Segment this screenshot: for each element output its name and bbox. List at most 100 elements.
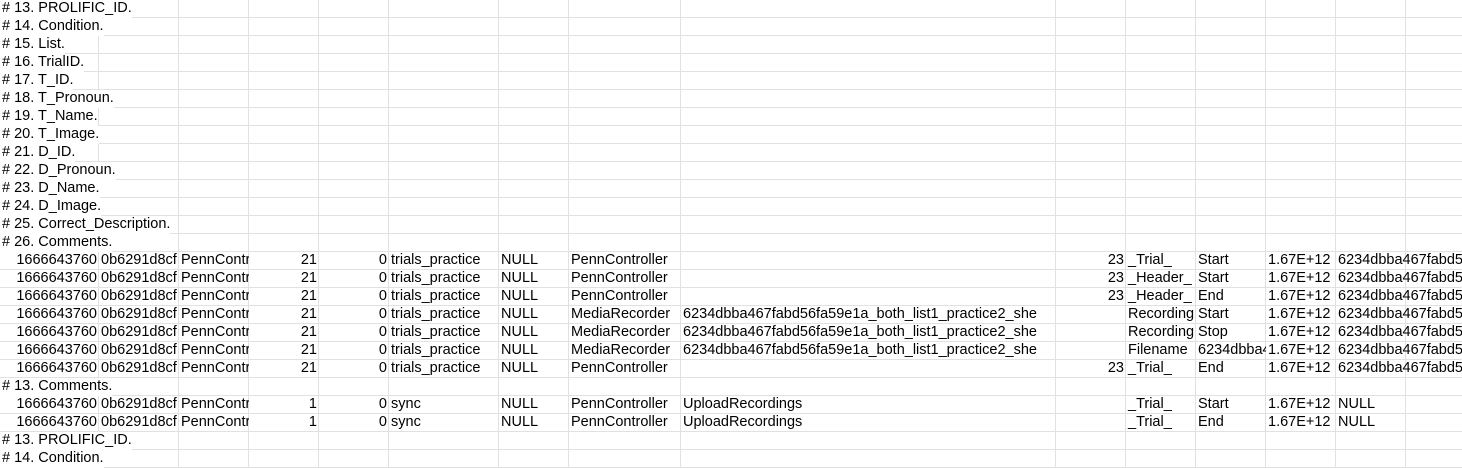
data-cell[interactable]: 1666643760 — [0, 324, 99, 342]
data-cell[interactable] — [1056, 324, 1126, 342]
comment-cell[interactable]: # 24. D_Image. — [0, 198, 102, 216]
data-cell[interactable]: 6234dbba4 — [1196, 342, 1266, 360]
data-cell[interactable]: NULL — [499, 306, 569, 324]
data-cell[interactable]: 1666643760 — [0, 342, 99, 360]
data-cell[interactable]: 23 — [1056, 288, 1126, 306]
data-cell[interactable]: End — [1196, 360, 1266, 378]
data-cell[interactable]: _Header_ — [1126, 288, 1196, 306]
data-cell[interactable]: Filename — [1126, 342, 1196, 360]
data-cell[interactable]: UploadRecordings — [681, 396, 1056, 414]
data-cell[interactable]: 6234dbba467fabd56fa59e1a — [1336, 360, 1462, 378]
data-cell[interactable]: PennContr — [179, 288, 249, 306]
data-cell[interactable]: 1666643760 — [0, 396, 99, 414]
data-cell[interactable]: NULL — [499, 360, 569, 378]
data-cell[interactable]: sync — [389, 414, 499, 432]
comment-cell[interactable]: # 21. D_ID. — [0, 144, 76, 162]
data-cell[interactable]: 6234dbba467fabd56fa59e1a_both_list1_prac… — [681, 342, 1056, 360]
data-cell[interactable]: NULL — [499, 414, 569, 432]
data-cell[interactable]: 1666643760 — [0, 360, 99, 378]
data-cell[interactable]: trials_practice — [389, 360, 499, 378]
data-cell[interactable]: 21 — [249, 342, 319, 360]
data-cell[interactable]: PennContr — [179, 360, 249, 378]
data-cell[interactable]: _Header_ — [1126, 270, 1196, 288]
data-cell[interactable]: 0b6291d8cf — [99, 324, 179, 342]
data-cell[interactable]: 1 — [249, 414, 319, 432]
data-cell[interactable]: trials_practice — [389, 288, 499, 306]
data-cell[interactable]: 21 — [249, 360, 319, 378]
comment-cell[interactable]: # 17. T_ID. — [0, 72, 74, 90]
data-cell[interactable]: 1.67E+12 — [1266, 396, 1336, 414]
data-cell[interactable]: 23 — [1056, 360, 1126, 378]
data-cell[interactable]: PennContr — [179, 306, 249, 324]
data-cell[interactable]: NULL — [499, 288, 569, 306]
data-cell[interactable]: PennContr — [179, 396, 249, 414]
data-cell[interactable]: NULL — [499, 270, 569, 288]
data-cell[interactable]: 6234dbba467fabd56fa59e1a — [1336, 342, 1462, 360]
comment-cell[interactable]: # 13. Comments. — [0, 378, 113, 396]
data-cell[interactable]: PennContr — [179, 252, 249, 270]
data-cell[interactable]: 1666643760 — [0, 288, 99, 306]
comment-cell[interactable]: # 13. PROLIFIC_ID. — [0, 432, 132, 450]
data-cell[interactable]: PennContr — [179, 270, 249, 288]
data-cell[interactable]: Start — [1196, 306, 1266, 324]
comment-cell[interactable]: # 25. Correct_Description. — [0, 216, 171, 234]
comment-cell[interactable]: # 13. PROLIFIC_ID. — [0, 0, 132, 18]
data-cell[interactable]: 0 — [319, 270, 389, 288]
data-cell[interactable]: PennController — [569, 414, 681, 432]
data-cell[interactable]: 1666643760 — [0, 306, 99, 324]
data-cell[interactable]: 1.67E+12 — [1266, 414, 1336, 432]
data-cell[interactable]: trials_practice — [389, 324, 499, 342]
data-cell[interactable]: MediaRecorder — [569, 324, 681, 342]
data-cell[interactable]: 1.67E+12 — [1266, 288, 1336, 306]
data-cell[interactable]: 21 — [249, 252, 319, 270]
comment-cell[interactable]: # 22. D_Pronoun. — [0, 162, 116, 180]
comment-cell[interactable]: # 16. TrialID. — [0, 54, 85, 72]
comment-cell[interactable]: # 14. Condition. — [0, 450, 104, 468]
data-cell[interactable] — [1056, 396, 1126, 414]
data-cell[interactable]: _Trial_ — [1126, 414, 1196, 432]
data-cell[interactable]: 0b6291d8cf — [99, 396, 179, 414]
data-cell[interactable]: Start — [1196, 270, 1266, 288]
data-cell[interactable]: trials_practice — [389, 270, 499, 288]
data-cell[interactable]: 0b6291d8cf — [99, 360, 179, 378]
data-cell[interactable]: _Trial_ — [1126, 252, 1196, 270]
comment-cell[interactable]: # 23. D_Name. — [0, 180, 100, 198]
data-cell[interactable]: NULL — [499, 324, 569, 342]
data-cell[interactable]: 6234dbba467fabd56fa59e1a — [1336, 252, 1462, 270]
data-cell[interactable]: 0 — [319, 306, 389, 324]
data-cell[interactable] — [681, 252, 1056, 270]
data-cell[interactable]: PennContr — [179, 342, 249, 360]
data-cell[interactable]: PennController — [569, 252, 681, 270]
data-cell[interactable]: 23 — [1056, 252, 1126, 270]
data-cell[interactable]: PennController — [569, 288, 681, 306]
data-cell[interactable]: 6234dbba467fabd56fa59e1a_both_list1_prac… — [681, 324, 1056, 342]
data-cell[interactable]: Start — [1196, 396, 1266, 414]
comment-cell[interactable]: # 15. List. — [0, 36, 65, 54]
data-cell[interactable]: 21 — [249, 270, 319, 288]
data-cell[interactable]: 1 — [249, 396, 319, 414]
data-cell[interactable]: 21 — [249, 288, 319, 306]
data-cell[interactable]: 0b6291d8cf — [99, 252, 179, 270]
data-cell[interactable]: PennController — [569, 270, 681, 288]
data-cell[interactable]: trials_practice — [389, 342, 499, 360]
data-cell[interactable]: 0 — [319, 342, 389, 360]
data-cell[interactable]: 6234dbba467fabd56fa59e1a — [1336, 288, 1462, 306]
data-cell[interactable]: _Trial_ — [1126, 360, 1196, 378]
data-cell[interactable]: 1666643760 — [0, 252, 99, 270]
data-cell[interactable]: 23 — [1056, 270, 1126, 288]
data-cell[interactable] — [1406, 414, 1462, 432]
data-cell[interactable]: Recording — [1126, 324, 1196, 342]
data-cell[interactable]: 0b6291d8cf — [99, 288, 179, 306]
data-cell[interactable]: 1.67E+12 — [1266, 342, 1336, 360]
data-cell[interactable]: 1.67E+12 — [1266, 306, 1336, 324]
comment-cell[interactable]: # 14. Condition. — [0, 18, 104, 36]
data-cell[interactable]: 0b6291d8cf — [99, 414, 179, 432]
data-cell[interactable]: PennController — [569, 396, 681, 414]
comment-cell[interactable]: # 20. T_Image. — [0, 126, 100, 144]
data-cell[interactable]: UploadRecordings — [681, 414, 1056, 432]
data-cell[interactable]: sync — [389, 396, 499, 414]
comment-cell[interactable]: # 19. T_Name. — [0, 108, 98, 126]
data-cell[interactable] — [681, 270, 1056, 288]
data-cell[interactable]: NULL — [499, 342, 569, 360]
data-cell[interactable]: 6234dbba467fabd56fa59e1a — [1336, 306, 1462, 324]
